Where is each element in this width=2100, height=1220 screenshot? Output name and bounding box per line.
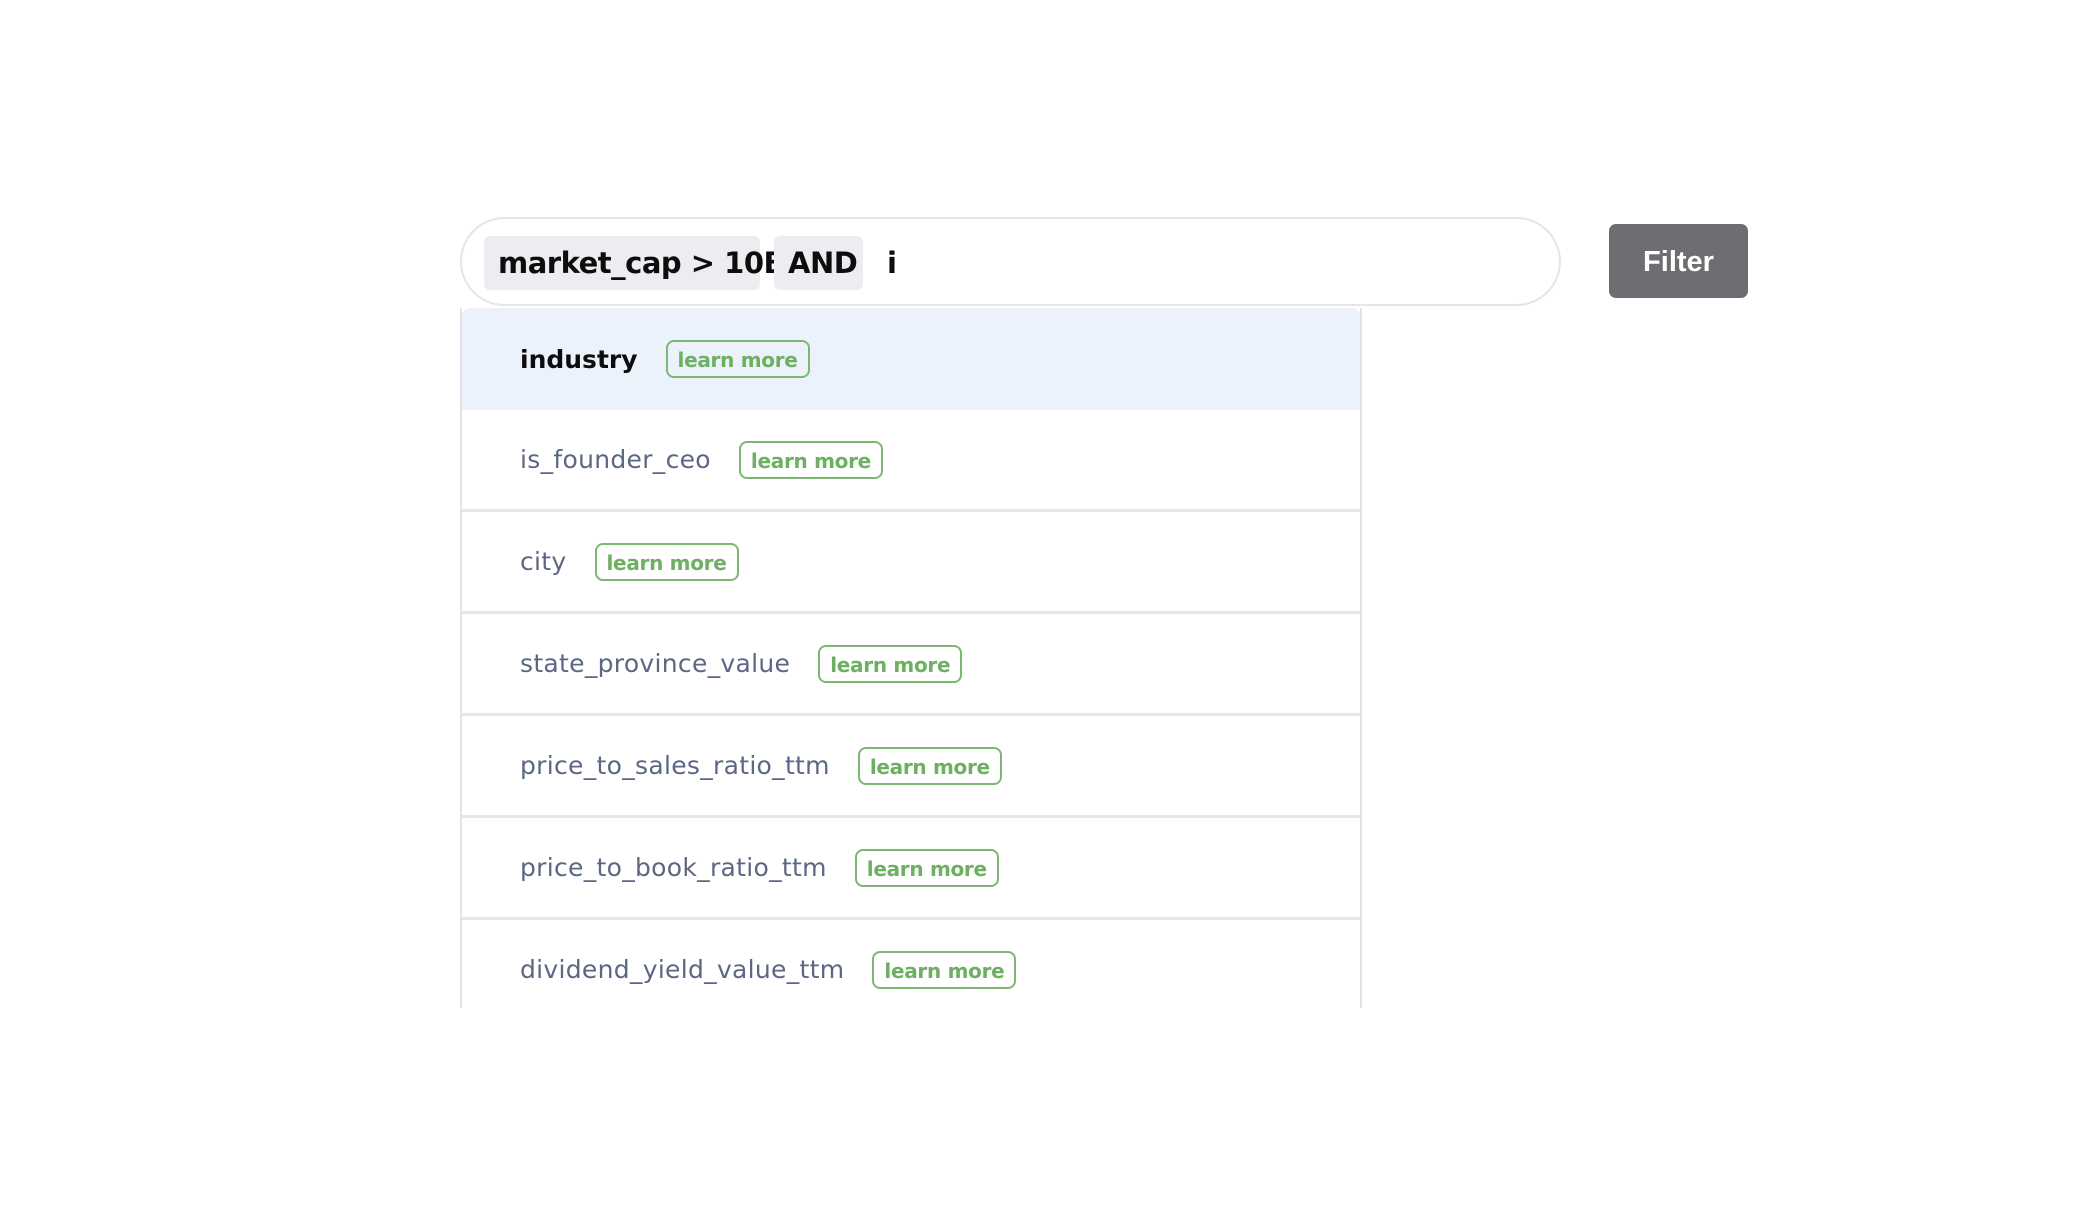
suggestion-label: price_to_book_ratio_ttm [520, 853, 827, 882]
query-token-condition[interactable]: market_cap > 10B [484, 236, 786, 290]
learn-more-button[interactable]: learn more [872, 950, 1017, 989]
suggestion-item-dividend-yield-value-ttm[interactable]: dividend_yield_value_ttm learn more [462, 920, 1360, 1008]
learn-more-button[interactable]: learn more [818, 644, 963, 683]
suggestion-label: is_founder_ceo [520, 445, 711, 474]
filter-query-input[interactable]: market_cap > 10B AND i [460, 217, 1561, 306]
suggestion-item-city[interactable]: city learn more [462, 512, 1360, 614]
filter-button[interactable]: Filter [1609, 224, 1748, 298]
learn-more-button[interactable]: learn more [854, 848, 999, 887]
suggestion-label: city [520, 547, 567, 576]
suggestion-item-price-to-sales-ratio-ttm[interactable]: price_to_sales_ratio_ttm learn more [462, 716, 1360, 818]
learn-more-button[interactable]: learn more [594, 542, 739, 581]
query-typed-text: i [887, 246, 897, 280]
learn-more-button[interactable]: learn more [857, 746, 1002, 785]
suggestion-item-is-founder-ceo[interactable]: is_founder_ceo learn more [462, 410, 1360, 512]
suggestion-item-state-province-value[interactable]: state_province_value learn more [462, 614, 1360, 716]
suggestion-item-price-to-book-ratio-ttm[interactable]: price_to_book_ratio_ttm learn more [462, 818, 1360, 920]
learn-more-button[interactable]: learn more [738, 440, 883, 479]
query-token-operator[interactable]: AND [774, 236, 863, 290]
suggestion-label: state_province_value [520, 649, 791, 678]
suggestion-item-industry[interactable]: industry learn more [462, 308, 1360, 410]
suggestion-label: industry [520, 344, 638, 374]
learn-more-button[interactable]: learn more [665, 340, 810, 378]
suggestion-label: dividend_yield_value_ttm [520, 955, 845, 984]
suggestion-label: price_to_sales_ratio_ttm [520, 751, 830, 780]
autocomplete-dropdown: industry learn more is_founder_ceo learn… [460, 308, 1362, 1008]
